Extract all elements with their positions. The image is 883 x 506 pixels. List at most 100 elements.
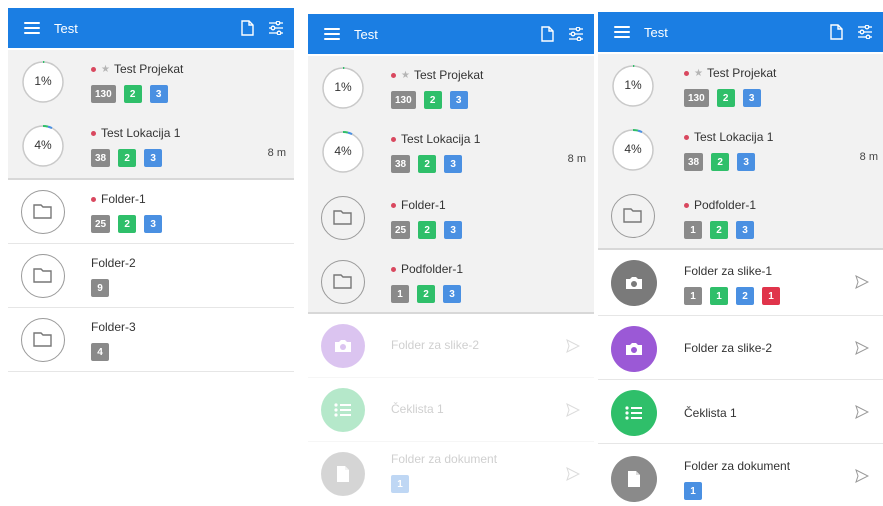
camera-icon — [611, 326, 657, 372]
count-badge: 2 — [736, 287, 754, 305]
send-icon[interactable] — [855, 341, 869, 355]
count-badge: 3 — [742, 89, 761, 107]
status-dot — [684, 202, 689, 208]
count-badge: 38 — [684, 153, 704, 171]
count-badge: 25 — [91, 215, 111, 233]
project-row[interactable]: 4% Test Lokacija 1 38 2 3 8 m — [8, 114, 294, 180]
document-icon — [611, 456, 657, 502]
status-dot — [391, 136, 396, 142]
send-icon[interactable] — [855, 469, 869, 483]
folder-icon — [21, 318, 65, 362]
progress-percent: 1% — [624, 78, 642, 92]
star-icon[interactable]: ★ — [101, 64, 110, 75]
status-dot — [391, 202, 396, 208]
menu-icon[interactable] — [324, 28, 340, 40]
folder-row[interactable]: Folder-2 9 — [8, 244, 294, 308]
status-dot — [684, 134, 689, 140]
menu-icon[interactable] — [24, 22, 40, 34]
folder-row[interactable]: Folder-3 4 — [8, 308, 294, 372]
count-badge: 2 — [716, 89, 735, 107]
list-item[interactable]: Čeklista 1 — [598, 380, 883, 444]
status-dot — [391, 72, 396, 78]
count-badge: 1 — [684, 287, 702, 305]
progress-percent: 4% — [34, 138, 52, 152]
project-row[interactable]: 4% Test Lokacija 1 38 2 3 8 m — [308, 120, 594, 186]
folder-row[interactable]: Folder-1 25 2 3 — [8, 180, 294, 244]
checklist-icon — [611, 390, 657, 436]
filter-settings-icon[interactable] — [857, 25, 873, 39]
item-name: Čeklista 1 — [391, 402, 444, 416]
folder-row[interactable]: Podfolder-1 1 2 3 — [598, 184, 883, 250]
folder-row[interactable]: Folder-1 25 2 3 — [308, 186, 594, 250]
folder-name: Folder-1 — [101, 192, 146, 206]
new-document-icon[interactable] — [240, 20, 254, 36]
count-badge: 3 — [449, 91, 468, 109]
count-badge: 2 — [711, 153, 730, 171]
send-icon[interactable] — [855, 405, 869, 419]
project-row[interactable]: 1% ★ Test Projekat 130 2 3 — [8, 50, 294, 114]
list-item[interactable]: Folder za dokument 1 — [308, 442, 594, 506]
count-badge: 38 — [91, 149, 111, 167]
time-label: 8 m — [267, 147, 286, 159]
new-document-icon[interactable] — [829, 24, 843, 40]
list-item[interactable]: Folder za slike-1 1 1 2 1 — [598, 250, 883, 316]
count-badge: 3 — [144, 215, 163, 233]
screen-1: Test 1% ★ Test Projekat 130 2 3 4% Test L… — [8, 8, 294, 373]
count-badge: 38 — [391, 155, 411, 173]
star-icon[interactable]: ★ — [401, 70, 410, 81]
count-badge: 3 — [444, 221, 463, 239]
progress-ring: 1% — [21, 60, 65, 104]
status-dot — [391, 266, 396, 272]
progress-percent: 4% — [334, 144, 352, 158]
time-label: 8 m — [859, 151, 878, 163]
new-document-icon[interactable] — [540, 26, 554, 42]
count-badge: 2 — [423, 91, 442, 109]
item-name: Folder za dokument — [391, 452, 498, 466]
send-icon[interactable] — [566, 339, 580, 353]
document-icon — [321, 452, 365, 496]
filter-settings-icon[interactable] — [568, 27, 584, 41]
list-item[interactable]: Folder za dokument 1 — [598, 444, 883, 506]
screen-3: Test 1% ★ Test Projekat 130 2 3 4% Test L… — [598, 12, 883, 506]
folder-icon — [321, 196, 365, 240]
folder-row[interactable]: Podfolder-1 1 2 3 — [308, 250, 594, 314]
count-badge: 2 — [417, 285, 435, 303]
project-row[interactable]: 4% Test Lokacija 1 38 2 3 8 m — [598, 118, 883, 184]
count-badge: 1 — [684, 482, 702, 500]
send-icon[interactable] — [855, 275, 869, 289]
progress-percent: 1% — [334, 80, 352, 94]
count-badge: 130 — [91, 85, 116, 103]
list-item[interactable]: Folder za slike-2 — [598, 316, 883, 380]
checklist-icon — [321, 388, 365, 432]
folder-name: Folder-2 — [91, 256, 136, 270]
count-badge: 1 — [684, 221, 702, 239]
folder-name: Folder-3 — [91, 320, 136, 334]
send-icon[interactable] — [566, 467, 580, 481]
progress-ring: 4% — [321, 130, 365, 174]
status-dot — [91, 196, 96, 202]
folder-name: Podfolder-1 — [694, 198, 757, 212]
project-row[interactable]: 1% ★ Test Projekat 130 2 3 — [598, 54, 883, 118]
progress-percent: 1% — [34, 74, 52, 88]
count-badge: 130 — [684, 89, 709, 107]
count-badge: 1 — [391, 475, 409, 493]
filter-settings-icon[interactable] — [268, 21, 284, 35]
star-icon[interactable]: ★ — [694, 68, 703, 79]
count-badge: 2 — [418, 155, 437, 173]
menu-icon[interactable] — [614, 26, 630, 38]
list-item[interactable]: Čeklista 1 — [308, 378, 594, 442]
project-name: Test Projekat — [706, 66, 777, 80]
status-dot — [91, 66, 96, 72]
status-dot — [684, 70, 689, 76]
progress-ring: 4% — [21, 124, 65, 168]
camera-icon — [611, 260, 657, 306]
progress-ring: 1% — [611, 64, 655, 108]
count-badge: 9 — [91, 279, 109, 297]
project-name: Test Lokacija 1 — [401, 132, 481, 146]
folder-icon — [21, 254, 65, 298]
send-icon[interactable] — [566, 403, 580, 417]
project-row[interactable]: 1% ★ Test Projekat 130 2 3 — [308, 56, 594, 120]
progress-ring: 1% — [321, 66, 365, 110]
list-item[interactable]: Folder za slike-2 — [308, 314, 594, 378]
count-badge: 1 — [391, 285, 409, 303]
